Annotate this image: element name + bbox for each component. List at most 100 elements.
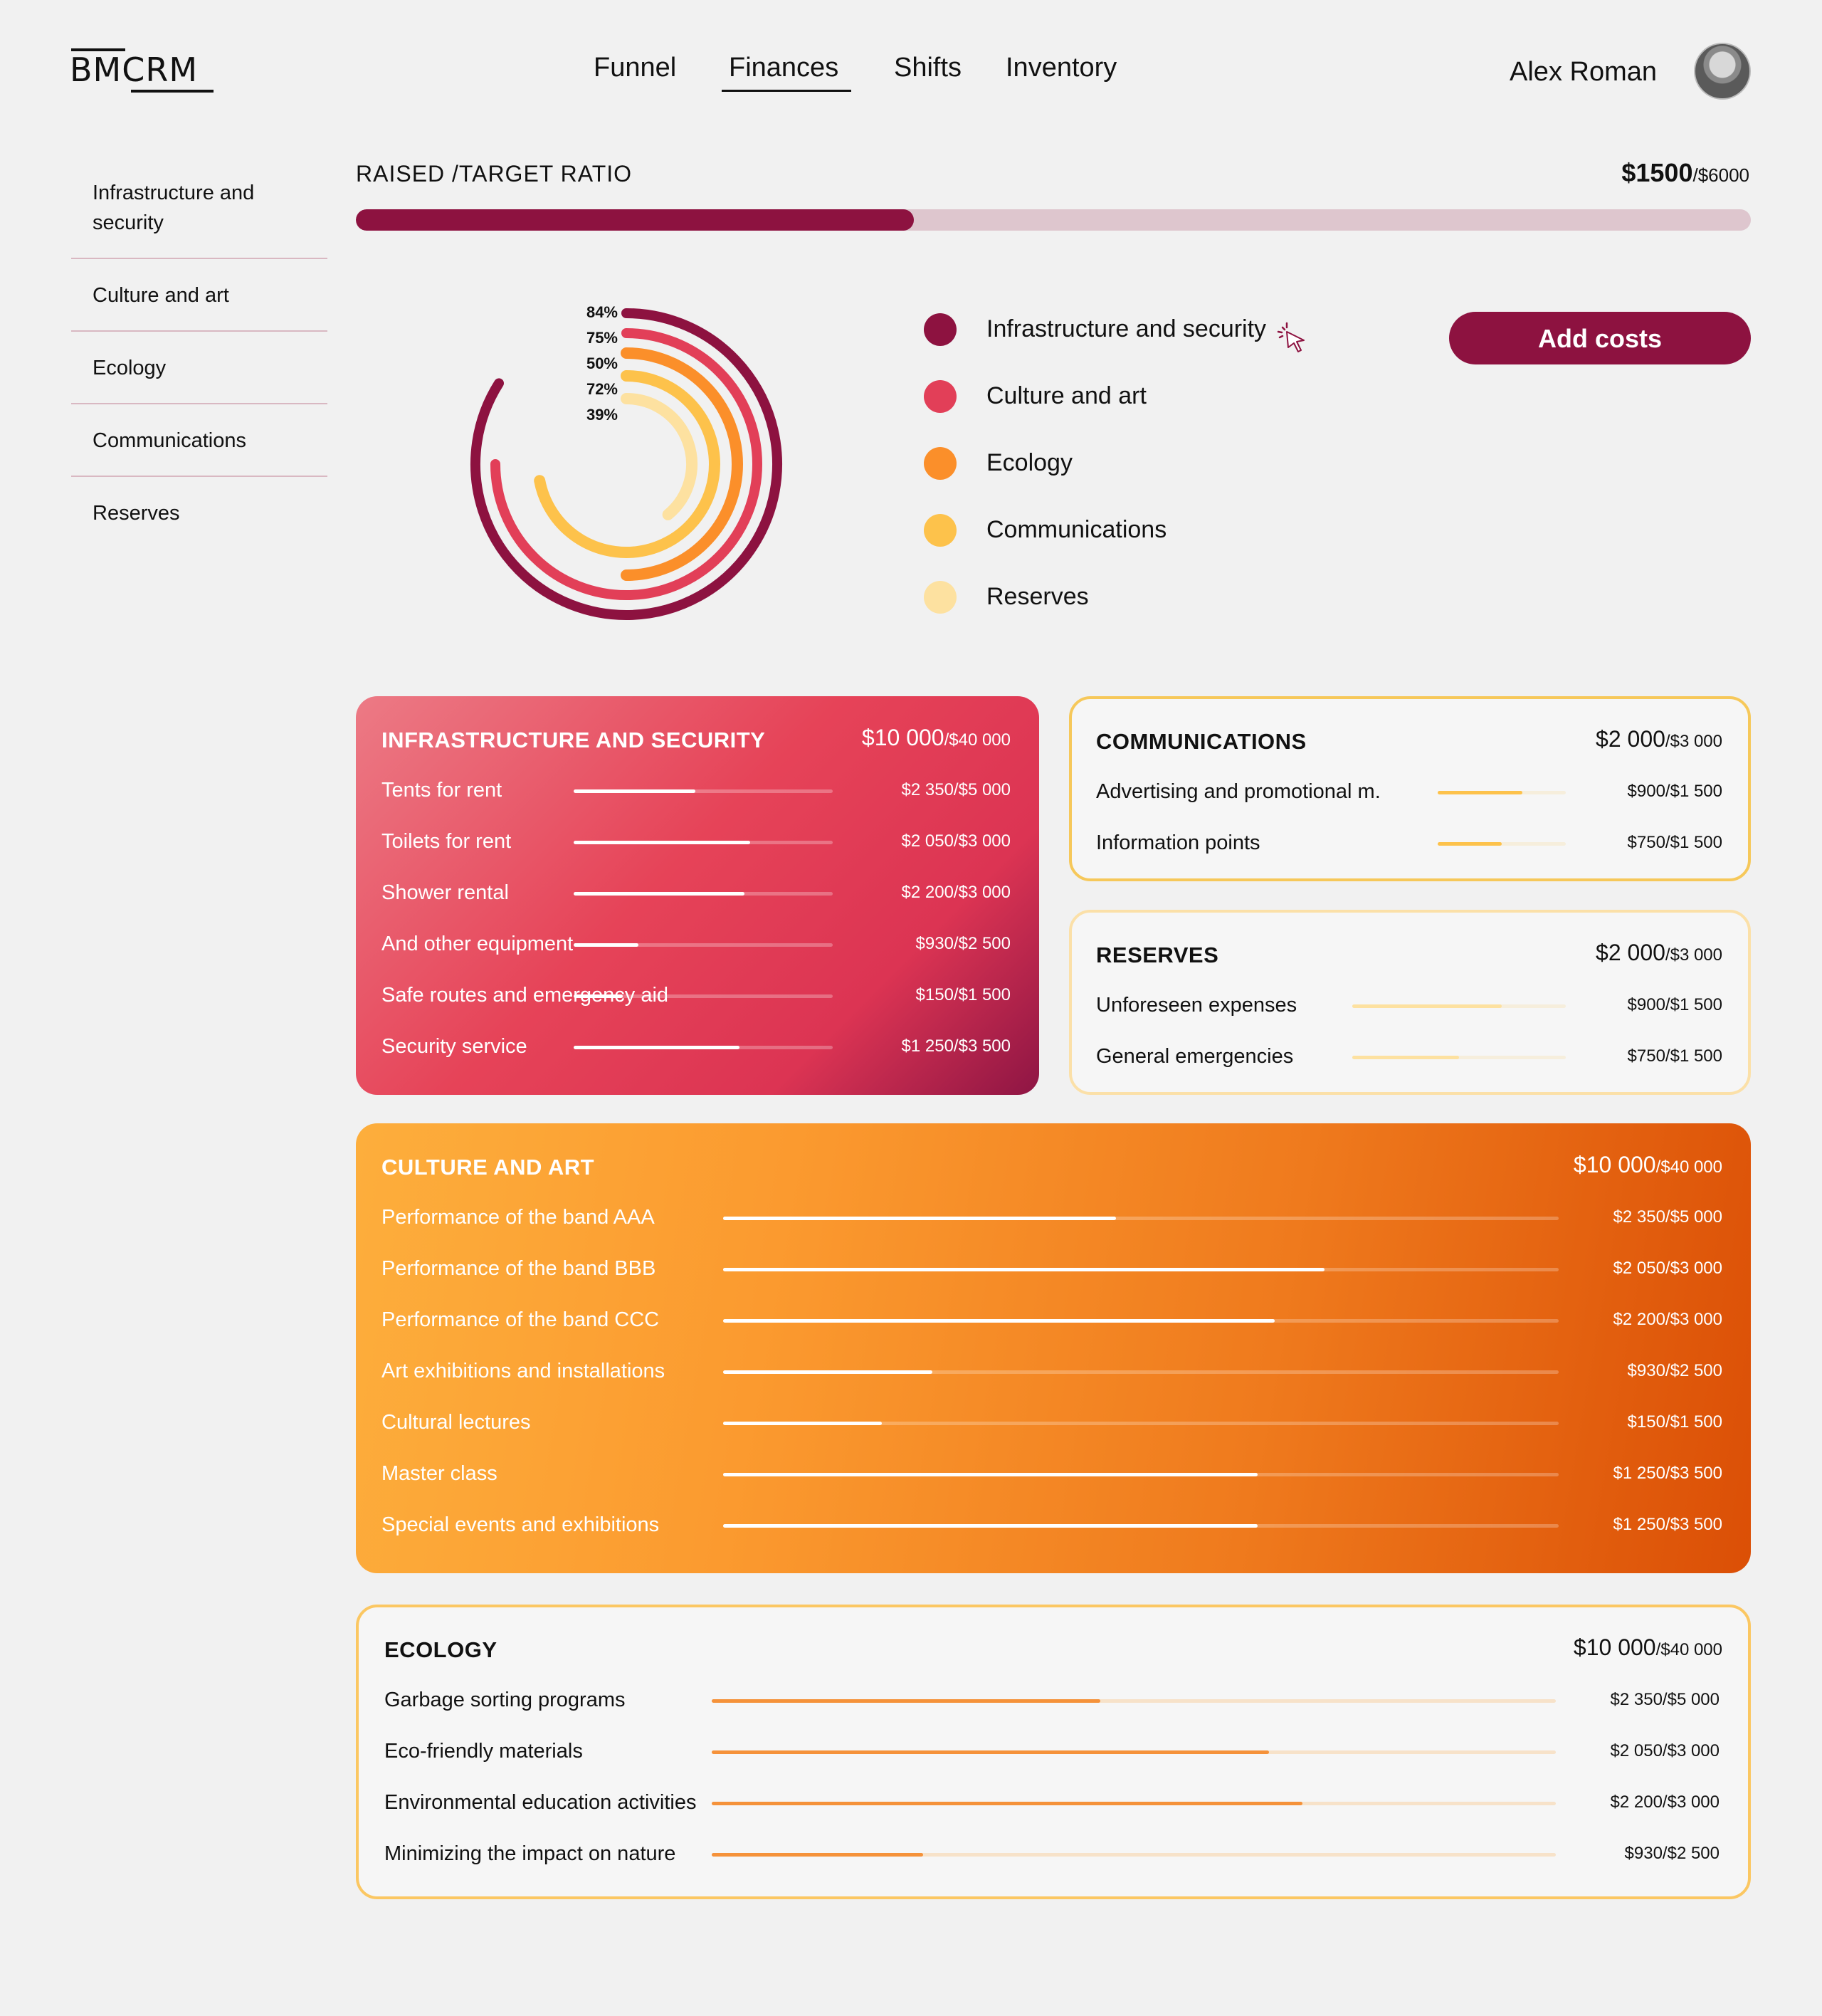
line-item-progress-fill xyxy=(712,1853,923,1857)
budget-line-item[interactable]: Garbage sorting programs $2 350/$5 000 xyxy=(384,1686,1720,1714)
line-item-progress-fill xyxy=(723,1422,883,1425)
line-item-label: Tents for rent xyxy=(381,779,502,802)
ring-percent-label: 72% xyxy=(586,380,618,398)
sidebar-item-communications[interactable]: Communications xyxy=(71,404,327,477)
line-item-progress-bar xyxy=(574,789,833,793)
ratio-raised: $1500 xyxy=(1621,158,1693,187)
line-item-amount: $2 200/$3 000 xyxy=(1613,1310,1722,1329)
line-item-label: Environmental education activities xyxy=(384,1791,697,1814)
budget-line-item[interactable]: Performance of the band CCC $2 200/$3 000 xyxy=(381,1306,1722,1334)
line-item-progress-fill xyxy=(723,1268,1325,1271)
line-item-amount: $150/$1 500 xyxy=(915,985,1011,1004)
line-item-label: Garbage sorting programs xyxy=(384,1689,626,1711)
nav-item-shifts[interactable]: Shifts xyxy=(894,50,962,85)
line-item-progress-fill xyxy=(723,1473,1258,1476)
line-item-label: Art exhibitions and installations xyxy=(381,1360,665,1382)
legend-label: Communications xyxy=(986,516,1167,543)
line-item-progress-bar xyxy=(712,1853,1556,1857)
budget-line-item[interactable]: Minimizing the impact on nature $930/$2 5… xyxy=(384,1839,1720,1868)
card-total: $2 000/$3 000 xyxy=(1596,726,1722,752)
line-item-amount: $2 350/$5 000 xyxy=(901,780,1011,799)
line-item-amount: $2 350/$5 000 xyxy=(1613,1207,1722,1227)
budget-line-item[interactable]: Cultural lectures $150/$1 500 xyxy=(381,1408,1722,1437)
budget-line-item[interactable]: And other equipment $930/$2 500 xyxy=(381,930,1011,958)
line-item-progress-bar xyxy=(574,1046,833,1049)
sidebar-item-ecology[interactable]: Ecology xyxy=(71,332,327,404)
logo-text: BMCRM xyxy=(70,51,199,89)
budget-line-item[interactable]: Safe routes and emergency aid $150/$1 500 xyxy=(381,981,1011,1009)
brand-logo[interactable]: BMCRM xyxy=(70,48,216,94)
line-item-progress-fill xyxy=(723,1370,932,1374)
nav-item-inventory[interactable]: Inventory xyxy=(1006,50,1117,85)
budget-line-item[interactable]: Tents for rent $2 350/$5 000 xyxy=(381,776,1011,804)
card-total-target: /$40 000 xyxy=(1655,1640,1722,1659)
line-item-progress-bar xyxy=(723,1319,1559,1323)
pointer-cursor-icon xyxy=(1277,322,1305,352)
budget-line-item[interactable]: Master class $1 250/$3 500 xyxy=(381,1459,1722,1488)
budget-card-infrastructure: INFRASTRUCTURE AND SECURITY $10 000/$40 … xyxy=(356,696,1039,1095)
avatar[interactable] xyxy=(1694,43,1751,100)
legend-item[interactable]: Reserves xyxy=(924,575,1266,642)
budget-line-item[interactable]: Advertising and promotional m. $900/$1 50… xyxy=(1096,777,1722,806)
budget-line-item[interactable]: Art exhibitions and installations $930/$2… xyxy=(381,1357,1722,1385)
line-item-amount: $900/$1 500 xyxy=(1627,782,1722,801)
legend-item[interactable]: Ecology xyxy=(924,441,1266,508)
line-item-progress-bar xyxy=(1438,842,1566,846)
line-item-amount: $2 050/$3 000 xyxy=(1613,1259,1722,1278)
legend-item[interactable]: Communications xyxy=(924,508,1266,575)
legend-label: Culture and art xyxy=(986,382,1147,409)
budget-line-item[interactable]: Unforeseen expenses $900/$1 500 xyxy=(1096,991,1722,1019)
line-item-progress-bar xyxy=(712,1699,1556,1703)
line-item-label: Toilets for rent xyxy=(381,830,512,853)
budget-line-item[interactable]: Information points $750/$1 500 xyxy=(1096,829,1722,857)
card-total-raised: $10 000 xyxy=(1573,1634,1656,1660)
legend-item[interactable]: Infrastructure and security xyxy=(924,308,1266,374)
card-total-target: /$3 000 xyxy=(1665,945,1722,965)
line-item-progress-bar xyxy=(574,943,833,947)
ring-percent-label: 84% xyxy=(586,303,618,321)
line-item-label: Special events and exhibitions xyxy=(381,1513,660,1536)
line-item-amount: $1 250/$3 500 xyxy=(1613,1515,1722,1534)
budget-line-item[interactable]: Performance of the band BBB $2 050/$3 000 xyxy=(381,1254,1722,1283)
user-name[interactable]: Alex Roman xyxy=(1510,54,1657,90)
line-item-amount: $2 200/$3 000 xyxy=(1610,1792,1720,1812)
line-item-progress-fill xyxy=(1438,842,1502,846)
budget-line-item[interactable]: Special events and exhibitions $1 250/$3 … xyxy=(381,1511,1722,1539)
line-item-label: Performance of the band BBB xyxy=(381,1257,656,1280)
card-total: $10 000/$40 000 xyxy=(1574,1152,1722,1178)
ring-percent-label: 50% xyxy=(586,355,618,372)
budget-card-ecology: ECOLOGY $10 000/$40 000 Garbage sorting … xyxy=(356,1605,1751,1899)
budget-line-item[interactable]: Shower rental $2 200/$3 000 xyxy=(381,878,1011,907)
card-total-target: /$40 000 xyxy=(944,730,1011,750)
line-item-label: And other equipment xyxy=(381,933,574,955)
budget-line-item[interactable]: Security service $1 250/$3 500 xyxy=(381,1032,1011,1061)
line-item-amount: $750/$1 500 xyxy=(1627,833,1722,852)
sidebar-item-reserves[interactable]: Reserves xyxy=(71,477,327,550)
nav-item-funnel[interactable]: Funnel xyxy=(594,50,676,85)
sidebar-item-infrastructure[interactable]: Infrastructure and security xyxy=(71,164,327,259)
line-item-progress-fill xyxy=(1438,791,1522,794)
ratio-progress-bar xyxy=(356,209,1751,231)
line-item-progress-fill xyxy=(712,1750,1269,1754)
budget-line-item[interactable]: Eco-friendly materials $2 050/$3 000 xyxy=(384,1737,1720,1765)
card-title: RESERVES xyxy=(1096,943,1219,967)
sidebar-item-culture[interactable]: Culture and art xyxy=(71,259,327,332)
nav-item-finances[interactable]: Finances xyxy=(729,50,838,85)
legend-item[interactable]: Culture and art xyxy=(924,374,1266,441)
radial-progress-chart: 84% 75% 50% 72% 39% xyxy=(470,303,782,620)
line-item-progress-fill xyxy=(1352,1004,1502,1008)
line-item-progress-bar xyxy=(712,1750,1556,1754)
budget-line-item[interactable]: General emergencies $750/$1 500 xyxy=(1096,1042,1722,1071)
chart-legend: Infrastructure and security Culture and … xyxy=(924,308,1266,642)
line-item-progress-fill xyxy=(574,789,696,793)
line-item-amount: $930/$2 500 xyxy=(915,934,1011,953)
budget-line-item[interactable]: Toilets for rent $2 050/$3 000 xyxy=(381,827,1011,856)
line-item-label: Eco-friendly materials xyxy=(384,1740,583,1763)
add-costs-button[interactable]: Add costs xyxy=(1449,312,1751,364)
budget-line-item[interactable]: Environmental education activities $2 200… xyxy=(384,1788,1720,1817)
budget-line-item[interactable]: Performance of the band AAA $2 350/$5 000 xyxy=(381,1203,1722,1232)
line-item-progress-bar xyxy=(1438,791,1566,794)
card-total: $10 000/$40 000 xyxy=(1574,1634,1722,1661)
legend-dot xyxy=(924,581,957,614)
line-item-progress-bar xyxy=(723,1217,1559,1220)
